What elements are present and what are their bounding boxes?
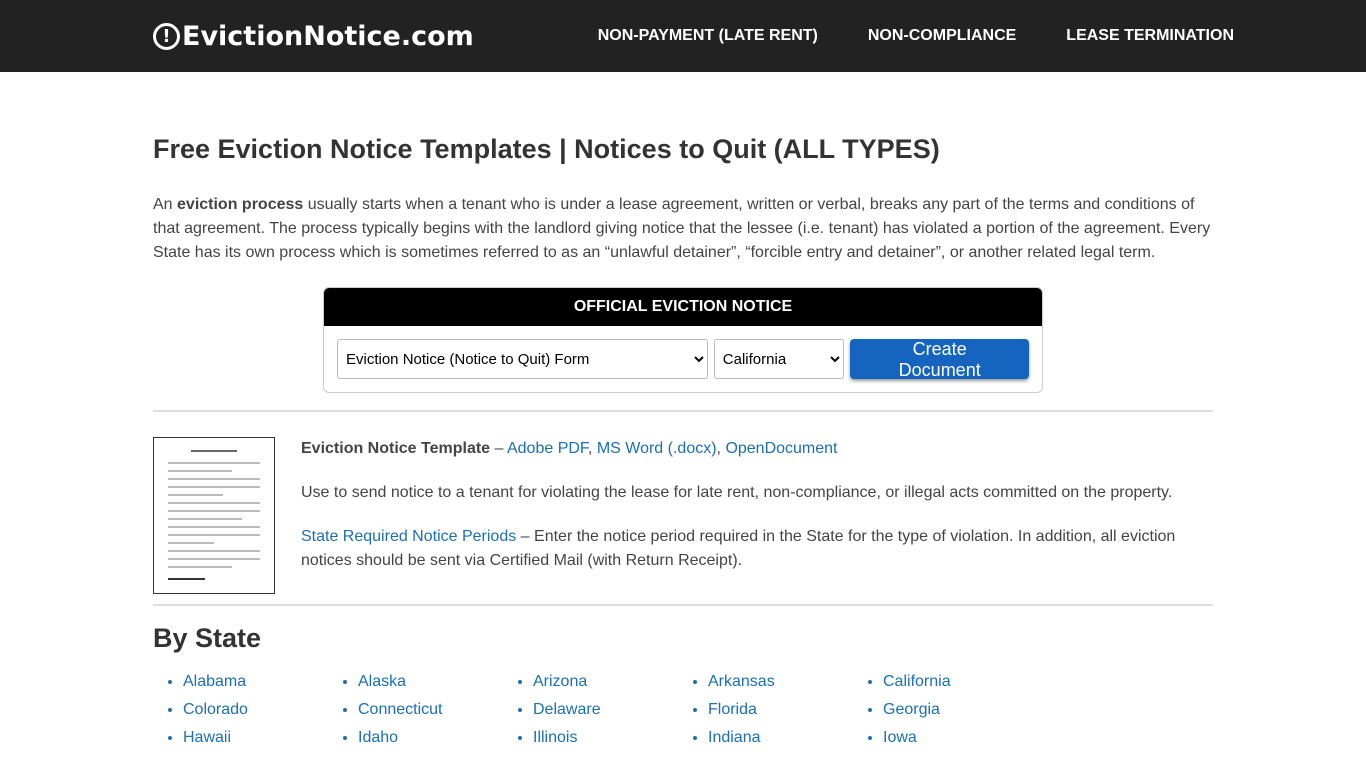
form-title: OFFICIAL EVICTION NOTICE xyxy=(324,288,1042,326)
state-link[interactable]: Hawaii xyxy=(183,726,358,750)
divider xyxy=(153,410,1213,412)
state-link[interactable]: Illinois xyxy=(533,726,708,750)
document-type-select[interactable]: Eviction Notice (Notice to Quit) Form xyxy=(337,339,708,379)
state-link[interactable]: Georgia xyxy=(883,698,1058,722)
intro-bold: eviction process xyxy=(177,196,304,213)
logo[interactable]: ! EvictionNotice.com xyxy=(153,21,474,52)
state-link[interactable]: Delaware xyxy=(533,698,708,722)
by-state-heading: By State xyxy=(153,623,262,653)
state-link[interactable]: Connecticut xyxy=(358,698,533,722)
odt-link[interactable]: OpenDocument xyxy=(725,440,837,457)
page-title: Free Eviction Notice Templates | Notices… xyxy=(153,134,940,164)
template-thumbnail[interactable] xyxy=(153,437,275,594)
state-link[interactable]: Idaho xyxy=(358,726,533,750)
nav-lease-termination[interactable]: LEASE TERMINATION xyxy=(1066,27,1234,45)
state-link[interactable]: Florida xyxy=(708,698,883,722)
intro: An eviction process usually starts when … xyxy=(153,193,1213,265)
state-select[interactable]: California xyxy=(713,339,845,379)
create-document-button[interactable]: Create Document xyxy=(850,339,1029,380)
state-list: AlabamaAlaskaArizonaArkansasCalifornia Co… xyxy=(153,670,1213,750)
state-link[interactable]: Alabama xyxy=(183,670,358,694)
sep: – xyxy=(490,440,507,457)
state-link[interactable]: Iowa xyxy=(883,726,1058,750)
logo-text: EvictionNotice.com xyxy=(182,20,474,52)
intro-post: usually starts when a tenant who is unde… xyxy=(153,196,1211,261)
notice-periods-link[interactable]: State Required Notice Periods xyxy=(301,528,516,545)
nav-non-payment[interactable]: NON-PAYMENT (LATE RENT) xyxy=(598,27,818,45)
exclamation-icon: ! xyxy=(153,22,180,50)
template-section: Eviction Notice Template – Adobe PDF, MS… xyxy=(153,437,1213,594)
intro-pre: An xyxy=(153,196,178,213)
state-link[interactable]: Alaska xyxy=(358,670,533,694)
word-link[interactable]: MS Word (.docx) xyxy=(597,440,717,457)
nav: NON-PAYMENT (LATE RENT) NON-COMPLIANCE L… xyxy=(598,27,1234,45)
template-description: Use to send notice to a tenant for viola… xyxy=(301,484,1173,501)
state-link[interactable]: California xyxy=(883,670,1058,694)
header: ! EvictionNotice.com NON-PAYMENT (LATE RE… xyxy=(0,0,1366,72)
state-link[interactable]: Colorado xyxy=(183,698,358,722)
pdf-link[interactable]: Adobe PDF xyxy=(507,440,588,457)
state-link[interactable]: Arizona xyxy=(533,670,708,694)
divider xyxy=(153,604,1213,606)
nav-non-compliance[interactable]: NON-COMPLIANCE xyxy=(868,27,1016,45)
state-link[interactable]: Indiana xyxy=(708,726,883,750)
state-link[interactable]: Arkansas xyxy=(708,670,883,694)
template-name: Eviction Notice Template xyxy=(301,440,491,457)
form-box: OFFICIAL EVICTION NOTICE Eviction Notice… xyxy=(323,287,1043,393)
